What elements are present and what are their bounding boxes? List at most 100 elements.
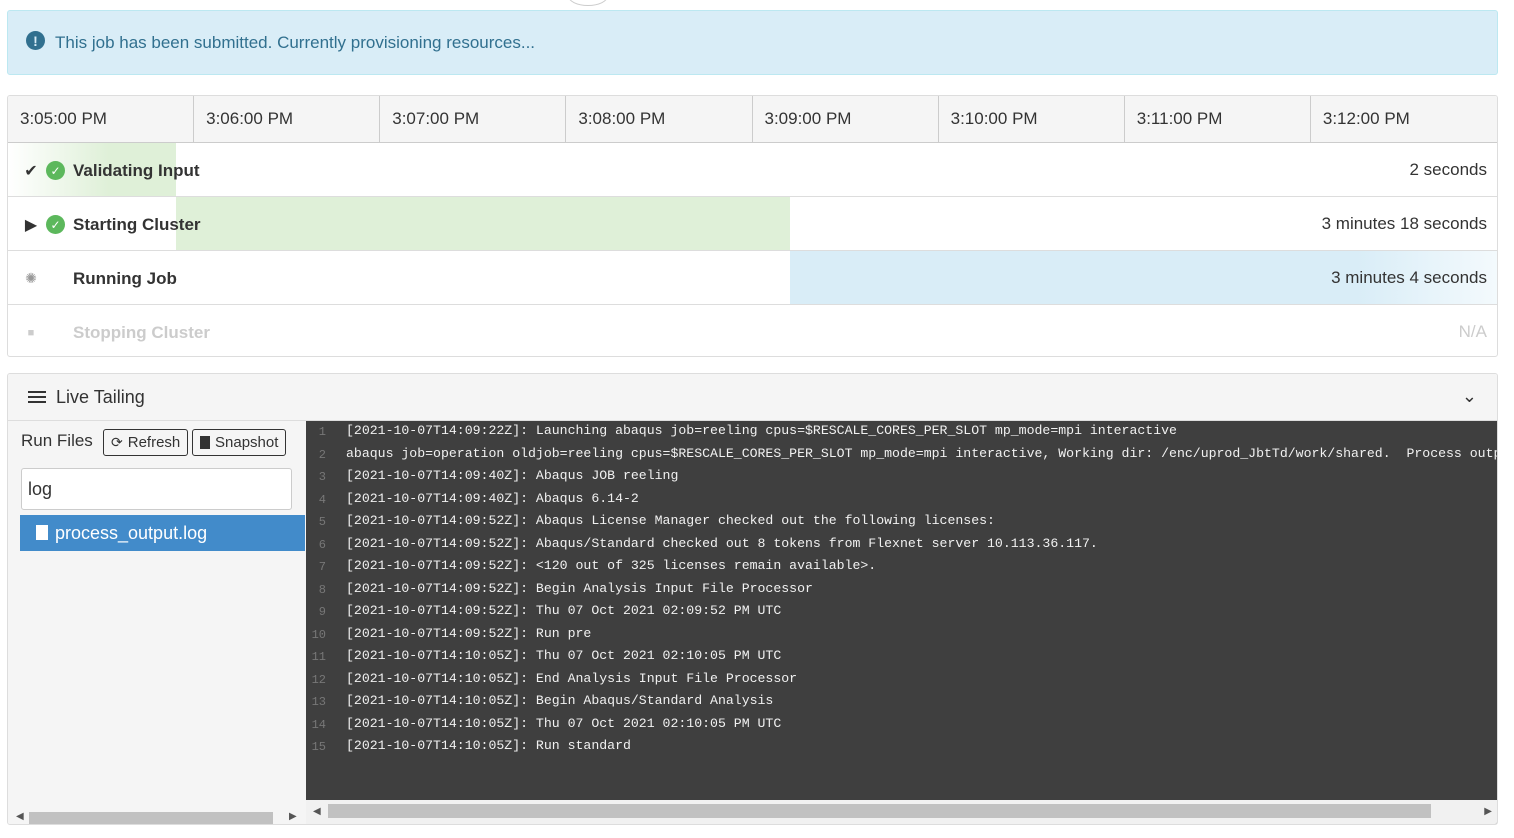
log-line: 14 [2021-10-07T14:10:05Z]: Thu 07 Oct 202…: [306, 714, 1497, 737]
log-text: [2021-10-07T14:09:40Z]: Abaqus JOB reeli…: [346, 468, 679, 483]
log-line: 6 [2021-10-07T14:09:52Z]: Abaqus/Standard…: [306, 534, 1497, 557]
time-column: 3:11:00 PM: [1125, 96, 1311, 142]
time-column: 3:09:00 PM: [753, 96, 939, 142]
time-column: 3:12:00 PM: [1322, 109, 1410, 128]
stage-row-stopping-cluster: ■ Stopping Cluster N/A: [8, 305, 1497, 356]
file-filter-input[interactable]: [21, 468, 292, 510]
log-text: [2021-10-07T14:09:40Z]: Abaqus 6.14-2: [346, 490, 639, 506]
time-column: 3:07:00 PM: [380, 96, 567, 142]
refresh-button[interactable]: ⟳ Refresh: [103, 429, 189, 456]
log-line: 3 [2021-10-07T14:09:40Z]: Abaqus JOB reel…: [306, 466, 1497, 489]
job-timeline: 3:05:00 PM 3:06:00 PM 3:07:00 PM 3:08:00…: [7, 95, 1498, 357]
scroll-left-arrow-icon[interactable]: ◀: [16, 811, 24, 822]
file-icon: [200, 436, 210, 449]
run-files-title: Run Files: [21, 431, 93, 450]
panel-header[interactable]: Live Tailing ⌄: [8, 374, 1497, 421]
files-horizontal-scrollbar[interactable]: ◀ ▶: [8, 806, 306, 824]
line-number: 11: [311, 650, 326, 664]
line-number: 14: [311, 717, 326, 732]
snapshot-label: Snapshot: [215, 434, 279, 451]
file-item-process-output[interactable]: process_output.log: [20, 515, 305, 551]
log-line: 7 [2021-10-07T14:09:52Z]: <120 out of 325…: [306, 556, 1497, 579]
line-number: 10: [311, 627, 326, 642]
log-text: [2021-10-07T14:09:52Z]: Abaqus/Standard …: [346, 535, 1098, 551]
line-number: 15: [311, 740, 326, 754]
file-icon: [36, 524, 48, 540]
top-handle: [568, 0, 608, 6]
line-number: 1: [318, 425, 326, 439]
snapshot-button[interactable]: Snapshot: [192, 429, 287, 456]
line-number: 13: [311, 695, 326, 709]
log-text: [2021-10-07T14:10:05Z]: Begin Abaqus/Sta…: [346, 693, 774, 708]
live-tailing-panel: Live Tailing ⌄ Run Files ⟳ Refresh Snaps…: [7, 373, 1498, 825]
stage-duration: 3 minutes 18 seconds: [1321, 213, 1487, 233]
scroll-right-arrow-icon[interactable]: ▶: [1484, 806, 1492, 817]
time-column: 3:06:00 PM: [194, 96, 381, 142]
log-line: 12 [2021-10-07T14:10:05Z]: End Analysis I…: [306, 669, 1497, 692]
log-text: [2021-10-07T14:09:52Z]: Thu 07 Oct 2021 …: [346, 603, 782, 618]
stage-duration: N/A: [1458, 322, 1487, 341]
stage-duration: 3 minutes 4 seconds: [1331, 267, 1487, 287]
line-number: 4: [318, 492, 326, 507]
panel-title: Live Tailing: [56, 386, 145, 407]
checkmark-icon: ✔: [24, 162, 38, 180]
log-text: [2021-10-07T14:09:52Z]: Run pre: [346, 625, 592, 641]
stop-square-icon: ■: [27, 327, 35, 339]
log-line: 4 [2021-10-07T14:09:40Z]: Abaqus 6.14-2: [306, 489, 1497, 512]
log-text: [2021-10-07T14:09:52Z]: Abaqus License M…: [346, 513, 995, 528]
chevron-down-icon[interactable]: ⌄: [1462, 386, 1477, 407]
log-viewer[interactable]: 1 [2021-10-07T14:09:22Z]: Launching abaqu…: [306, 421, 1498, 824]
line-number: 12: [311, 672, 326, 687]
time-column: 3:05:00 PM: [8, 96, 195, 142]
scroll-right-arrow-icon[interactable]: ▶: [289, 811, 297, 822]
exclamation-icon: !: [26, 31, 45, 50]
timeline-header: 3:05:00 PM 3:06:00 PM 3:07:00 PM 3:08:00…: [8, 96, 1497, 143]
stage-duration: 2 seconds: [1409, 159, 1488, 179]
log-line: 11 [2021-10-07T14:10:05Z]: Thu 07 Oct 202…: [306, 646, 1497, 669]
scroll-left-arrow-icon[interactable]: ◀: [313, 806, 321, 817]
scroll-thumb[interactable]: [328, 804, 1431, 818]
log-text: abaqus job=operation oldjob=reeling cpus…: [346, 445, 1498, 461]
refresh-icon: ⟳: [111, 434, 123, 450]
log-line: 9 [2021-10-07T14:09:52Z]: Thu 07 Oct 2021…: [306, 601, 1497, 624]
log-text: [2021-10-07T14:09:52Z]: Begin Analysis I…: [346, 580, 813, 596]
stage-name: Stopping Cluster: [73, 323, 210, 342]
log-line: 15 [2021-10-07T14:10:05Z]: Run standard: [306, 736, 1497, 759]
log-line: 1 [2021-10-07T14:09:22Z]: Launching abaqu…: [306, 421, 1497, 444]
log-line: 8 [2021-10-07T14:09:52Z]: Begin Analysis …: [306, 579, 1497, 602]
line-number: 8: [318, 582, 326, 597]
stage-row-running-job: ✺ Running Job 3 minutes 4 seconds: [8, 251, 1497, 305]
line-number: 2: [318, 447, 326, 462]
log-line: 13 [2021-10-07T14:10:05Z]: Begin Abaqus/S…: [306, 691, 1497, 714]
time-column: 3:08:00 PM: [566, 96, 753, 142]
line-number: 9: [318, 605, 326, 619]
line-number: 7: [318, 560, 326, 574]
menu-icon: [28, 391, 46, 403]
log-text: [2021-10-07T14:09:22Z]: Launching abaqus…: [346, 423, 1177, 438]
alert-text: This job has been submitted. Currently p…: [55, 32, 536, 52]
log-text: [2021-10-07T14:10:05Z]: Thu 07 Oct 2021 …: [346, 715, 782, 731]
log-line: 5 [2021-10-07T14:09:52Z]: Abaqus License …: [306, 511, 1497, 534]
log-line: 10 [2021-10-07T14:09:52Z]: Run pre: [306, 624, 1497, 647]
log-horizontal-scrollbar[interactable]: ◀ ▶: [306, 800, 1497, 824]
spinner-icon: ✺: [25, 270, 37, 286]
scroll-thumb[interactable]: [29, 812, 273, 824]
stage-row-starting-cluster[interactable]: ▶ ✓ Starting Cluster 3 minutes 18 second…: [8, 197, 1497, 251]
log-text: [2021-10-07T14:10:05Z]: Thu 07 Oct 2021 …: [346, 648, 782, 663]
log-lines: 1 [2021-10-07T14:09:22Z]: Launching abaqu…: [306, 421, 1498, 759]
expand-triangle-icon[interactable]: ▶: [20, 215, 42, 235]
time-column: 3:10:00 PM: [939, 96, 1125, 142]
stage-bar: [176, 197, 790, 250]
success-check-icon: ✓: [46, 215, 65, 234]
line-number: 3: [318, 470, 326, 484]
refresh-label: Refresh: [127, 434, 181, 451]
stage-name: Running Job: [73, 268, 177, 288]
stage-row-validating-input: ✔ ✓ Validating Input 2 seconds: [8, 143, 1497, 197]
log-line: 2 abaqus job=operation oldjob=reeling cpu…: [306, 444, 1498, 467]
status-alert: ! This job has been submitted. Currently…: [7, 10, 1498, 75]
run-files-pane: Run Files ⟳ Refresh Snapshot process_out…: [8, 421, 306, 824]
success-check-icon: ✓: [46, 161, 65, 180]
stage-name: Starting Cluster: [73, 214, 201, 234]
file-name: process_output.log: [55, 522, 208, 543]
log-text: [2021-10-07T14:10:05Z]: End Analysis Inp…: [346, 670, 798, 686]
